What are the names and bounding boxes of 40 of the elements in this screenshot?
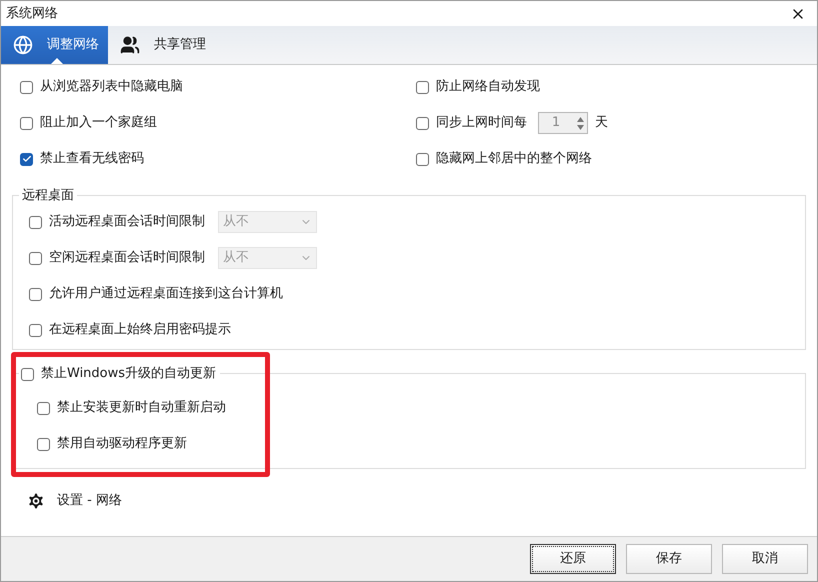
checkbox[interactable] xyxy=(29,216,42,228)
option-label: 隐藏网上邻居中的整个网络 xyxy=(436,150,592,168)
option-label: 禁止Windows升级的自动更新 xyxy=(41,365,216,384)
checkbox[interactable] xyxy=(416,80,429,94)
dialog-button[interactable]: 取消 xyxy=(722,544,808,574)
option-label: 从浏览器列表中隐藏电脑 xyxy=(40,78,183,96)
tab[interactable]: 调整网络 xyxy=(1,26,108,64)
option-label: 活动远程桌面会话时间限制 xyxy=(49,213,205,232)
unit-label: 天 xyxy=(595,114,608,132)
people-icon xyxy=(120,35,140,55)
tab-pointer-icon xyxy=(51,58,63,64)
globe-icon xyxy=(13,35,33,55)
checkbox[interactable] xyxy=(29,324,42,336)
checkbox[interactable] xyxy=(29,252,42,264)
checkbox[interactable] xyxy=(20,116,33,130)
option-label: 防止网络自动发现 xyxy=(436,78,540,96)
checkbox[interactable] xyxy=(29,288,42,300)
option-label: 在远程桌面上始终启用密码提示 xyxy=(49,321,231,340)
settings-link[interactable]: 设置 - 网络 xyxy=(57,491,122,511)
option-label: 禁止安装更新时自动重新启动 xyxy=(57,399,226,418)
option-label: 禁止查看无线密码 xyxy=(40,150,144,168)
checkbox[interactable] xyxy=(20,152,33,166)
checkbox[interactable] xyxy=(416,152,429,166)
checkbox[interactable] xyxy=(37,438,50,450)
checkbox[interactable] xyxy=(37,402,50,414)
checkbox[interactable] xyxy=(20,80,33,94)
option-label: 同步上网时间每 xyxy=(436,114,527,132)
option-label: 允许用户通过远程桌面连接到这台计算机 xyxy=(49,285,283,304)
up-arrow-icon[interactable] xyxy=(576,116,584,122)
option-label: 阻止加入一个家庭组 xyxy=(40,114,157,132)
window-title: 系统网络 xyxy=(6,4,58,23)
checkbox[interactable] xyxy=(21,368,34,380)
dialog-button[interactable]: 保存 xyxy=(626,544,712,574)
checkbox[interactable] xyxy=(416,116,429,130)
tab[interactable]: 共享管理 xyxy=(108,26,215,64)
dialog-button[interactable]: 还原 xyxy=(530,544,616,574)
down-arrow-icon[interactable] xyxy=(576,124,584,130)
option-label: 禁用自动驱动程序更新 xyxy=(57,435,187,454)
settings-icon[interactable] xyxy=(26,491,46,511)
option-label: 空闲远程桌面会话时间限制 xyxy=(49,249,205,268)
